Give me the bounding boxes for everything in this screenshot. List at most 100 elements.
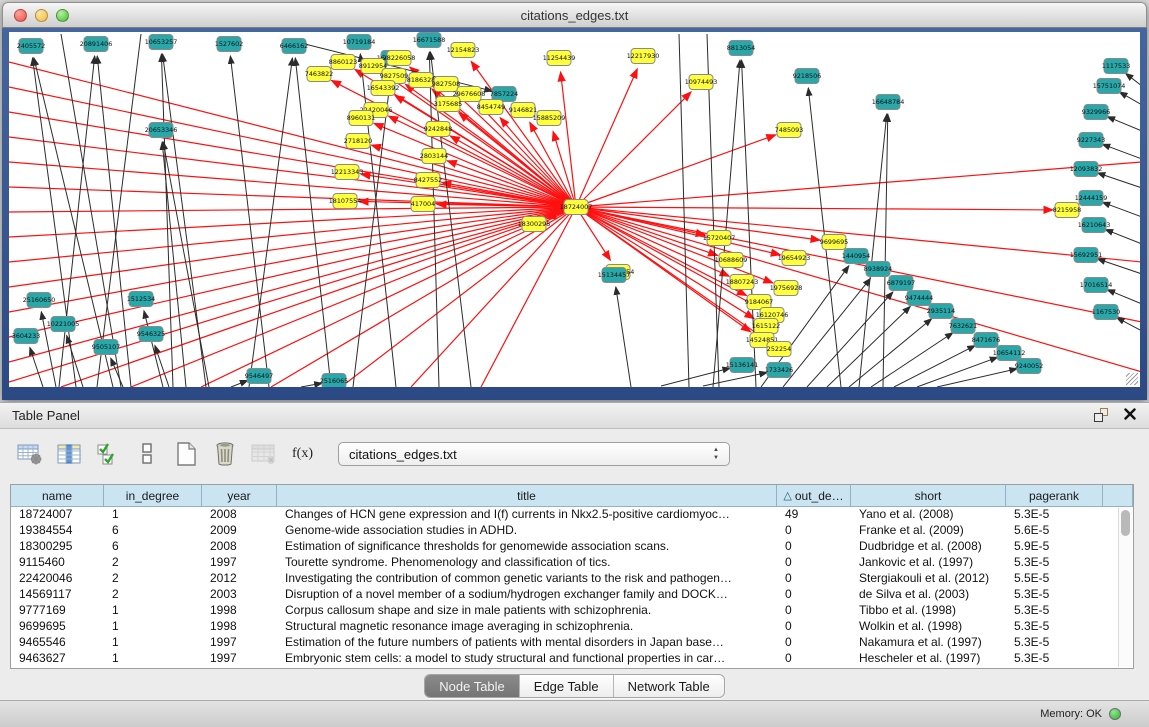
tab-edge-table[interactable]: Edge Table xyxy=(520,675,614,697)
graph-node[interactable]: 2803144 xyxy=(420,149,448,164)
graph-node[interactable]: 252254 xyxy=(767,342,791,357)
graph-node[interactable]: 12093832 xyxy=(1070,162,1103,177)
graph-node[interactable]: 15134457 xyxy=(598,268,631,283)
tab-node-table[interactable]: Node Table xyxy=(425,675,520,697)
new-column-button[interactable] xyxy=(172,441,199,468)
graph-node[interactable]: 16671588 xyxy=(413,33,446,48)
graph-node[interactable]: 1440954 xyxy=(842,249,870,264)
graph-node[interactable]: 9546325 xyxy=(137,327,165,342)
graph-node[interactable]: 17016514 xyxy=(1080,278,1113,293)
graph-node[interactable]: 10688609 xyxy=(715,253,748,268)
graph-node[interactable]: 25160650 xyxy=(23,293,56,308)
graph-node[interactable]: 417004 xyxy=(411,197,435,212)
tab-network-table[interactable]: Network Table xyxy=(614,675,724,697)
citation-graph[interactable]: 18724007 2405572 20891406 10653257 1527602 64… xyxy=(9,32,1140,387)
graph-node[interactable]: 11254439 xyxy=(543,51,576,66)
graph-node[interactable]: 18724007 xyxy=(560,200,593,215)
close-panel-icon[interactable] xyxy=(1123,408,1137,424)
network-canvas[interactable]: 18724007 2405572 20891406 10653257 1527602 64… xyxy=(9,32,1140,387)
graph-node[interactable]: 8938924 xyxy=(864,262,892,277)
graph-node[interactable]: 8813054 xyxy=(727,41,755,56)
graph-node[interactable]: 6879197 xyxy=(887,276,915,291)
graph-node[interactable]: 8427552 xyxy=(414,173,442,188)
graph-node[interactable]: 8960131 xyxy=(347,111,375,126)
graph-node[interactable]: 9505107 xyxy=(92,340,120,355)
graph-node[interactable]: 15720407 xyxy=(703,231,736,246)
graph-node[interactable]: 15136141 xyxy=(726,358,759,373)
resize-grip[interactable] xyxy=(1126,373,1138,385)
graph-node[interactable]: 8860123 xyxy=(329,55,357,70)
table-mode-button[interactable] xyxy=(16,441,43,468)
column-header-name[interactable]: name xyxy=(11,485,104,507)
graph-node[interactable]: 2516065 xyxy=(320,374,348,388)
graph-node[interactable]: 20891406 xyxy=(80,37,113,52)
unselect-all-columns-button[interactable] xyxy=(133,441,160,468)
graph-node[interactable]: 18107554 xyxy=(329,194,362,209)
graph-node[interactable]: 19654923 xyxy=(778,251,811,266)
graph-node[interactable]: 16210643 xyxy=(1078,218,1111,233)
column-header-year[interactable]: year xyxy=(202,485,277,507)
float-panel-icon[interactable] xyxy=(1093,408,1111,424)
graph-node[interactable]: 1512534 xyxy=(127,292,155,307)
close-window-button[interactable] xyxy=(14,9,27,22)
graph-node[interactable]: 8454749 xyxy=(477,100,505,115)
graph-node[interactable]: 10653257 xyxy=(145,35,178,50)
graph-node[interactable]: 6466162 xyxy=(280,39,308,54)
graph-node[interactable]: 7463822 xyxy=(305,67,333,82)
graph-node[interactable]: 1615122 xyxy=(752,319,780,334)
graph-node[interactable]: 9240052 xyxy=(1015,359,1043,374)
graph-node[interactable]: 9474444 xyxy=(905,291,933,306)
graph-node[interactable]: 18300295 xyxy=(518,217,551,232)
graph-node[interactable]: 15751074 xyxy=(1093,79,1126,94)
graph-node[interactable]: 16543392 xyxy=(367,81,400,96)
graph-node[interactable]: 12154823 xyxy=(447,43,480,58)
function-builder-button[interactable]: f(x) xyxy=(289,441,316,468)
graph-node[interactable]: 7485093 xyxy=(775,123,803,138)
graph-node[interactable]: 8471676 xyxy=(972,333,1000,348)
graph-node[interactable]: 9329966 xyxy=(1082,105,1110,120)
graph-node[interactable]: 15692951 xyxy=(1070,248,1103,263)
graph-node[interactable]: 1527602 xyxy=(215,37,243,52)
graph-node[interactable]: 2718120 xyxy=(344,134,372,149)
graph-node[interactable]: 12217930 xyxy=(627,49,660,64)
column-header-in_degree[interactable]: in_degree xyxy=(104,485,202,507)
graph-node[interactable]: 1733426 xyxy=(765,363,793,378)
graph-node[interactable]: 19756928 xyxy=(770,281,803,296)
graph-node[interactable]: 8215958 xyxy=(1053,203,1081,218)
graph-node[interactable]: 3604233 xyxy=(12,329,40,344)
graph-node[interactable]: 2935114 xyxy=(927,304,955,319)
column-header-short[interactable]: short xyxy=(851,485,1006,507)
table-selector-dropdown[interactable]: citations_edges.txt ▲▼ xyxy=(338,442,730,466)
table-scrollbar-thumb[interactable] xyxy=(1121,510,1130,536)
column-header-out_de[interactable]: △out_de… xyxy=(777,485,851,507)
table-scrollbar[interactable] xyxy=(1118,508,1132,667)
graph-node[interactable]: 10221005 xyxy=(47,317,80,332)
zoom-window-button[interactable] xyxy=(56,9,69,22)
graph-node[interactable]: 9242848 xyxy=(424,122,452,137)
graph-node[interactable]: 10719184 xyxy=(343,35,376,50)
minimize-window-button[interactable] xyxy=(35,9,48,22)
graph-node[interactable]: 12444159 xyxy=(1075,191,1108,206)
graph-node[interactable]: 16648784 xyxy=(872,95,905,110)
graph-node[interactable]: 18807243 xyxy=(726,275,759,290)
window-titlebar[interactable]: citations_edges.txt xyxy=(2,2,1147,28)
graph-node[interactable]: 1167530 xyxy=(1092,305,1120,320)
graph-node[interactable]: 9699695 xyxy=(820,235,848,250)
graph-node[interactable]: 2405572 xyxy=(17,39,45,54)
column-header-pagerank[interactable]: pagerank xyxy=(1006,485,1103,507)
graph-node[interactable]: 9227343 xyxy=(1077,133,1105,148)
graph-node[interactable]: 20653346 xyxy=(145,123,178,138)
graph-node[interactable]: 9218506 xyxy=(793,69,821,84)
graph-node[interactable]: 15885209 xyxy=(533,111,566,126)
graph-node[interactable]: 28226058 xyxy=(383,51,416,66)
graph-node[interactable]: 7632621 xyxy=(949,319,977,334)
memory-status-indicator[interactable] xyxy=(1109,708,1121,720)
graph-node[interactable]: 3175685 xyxy=(434,97,462,112)
graph-node[interactable]: 12213343 xyxy=(331,165,364,180)
column-header-title[interactable]: title xyxy=(277,485,777,507)
delete-column-button[interactable] xyxy=(211,441,238,468)
select-all-columns-button[interactable] xyxy=(94,441,121,468)
show-columns-button[interactable] xyxy=(55,441,82,468)
graph-node[interactable]: 10974493 xyxy=(685,75,718,90)
graph-node[interactable]: 9546497 xyxy=(245,369,273,384)
